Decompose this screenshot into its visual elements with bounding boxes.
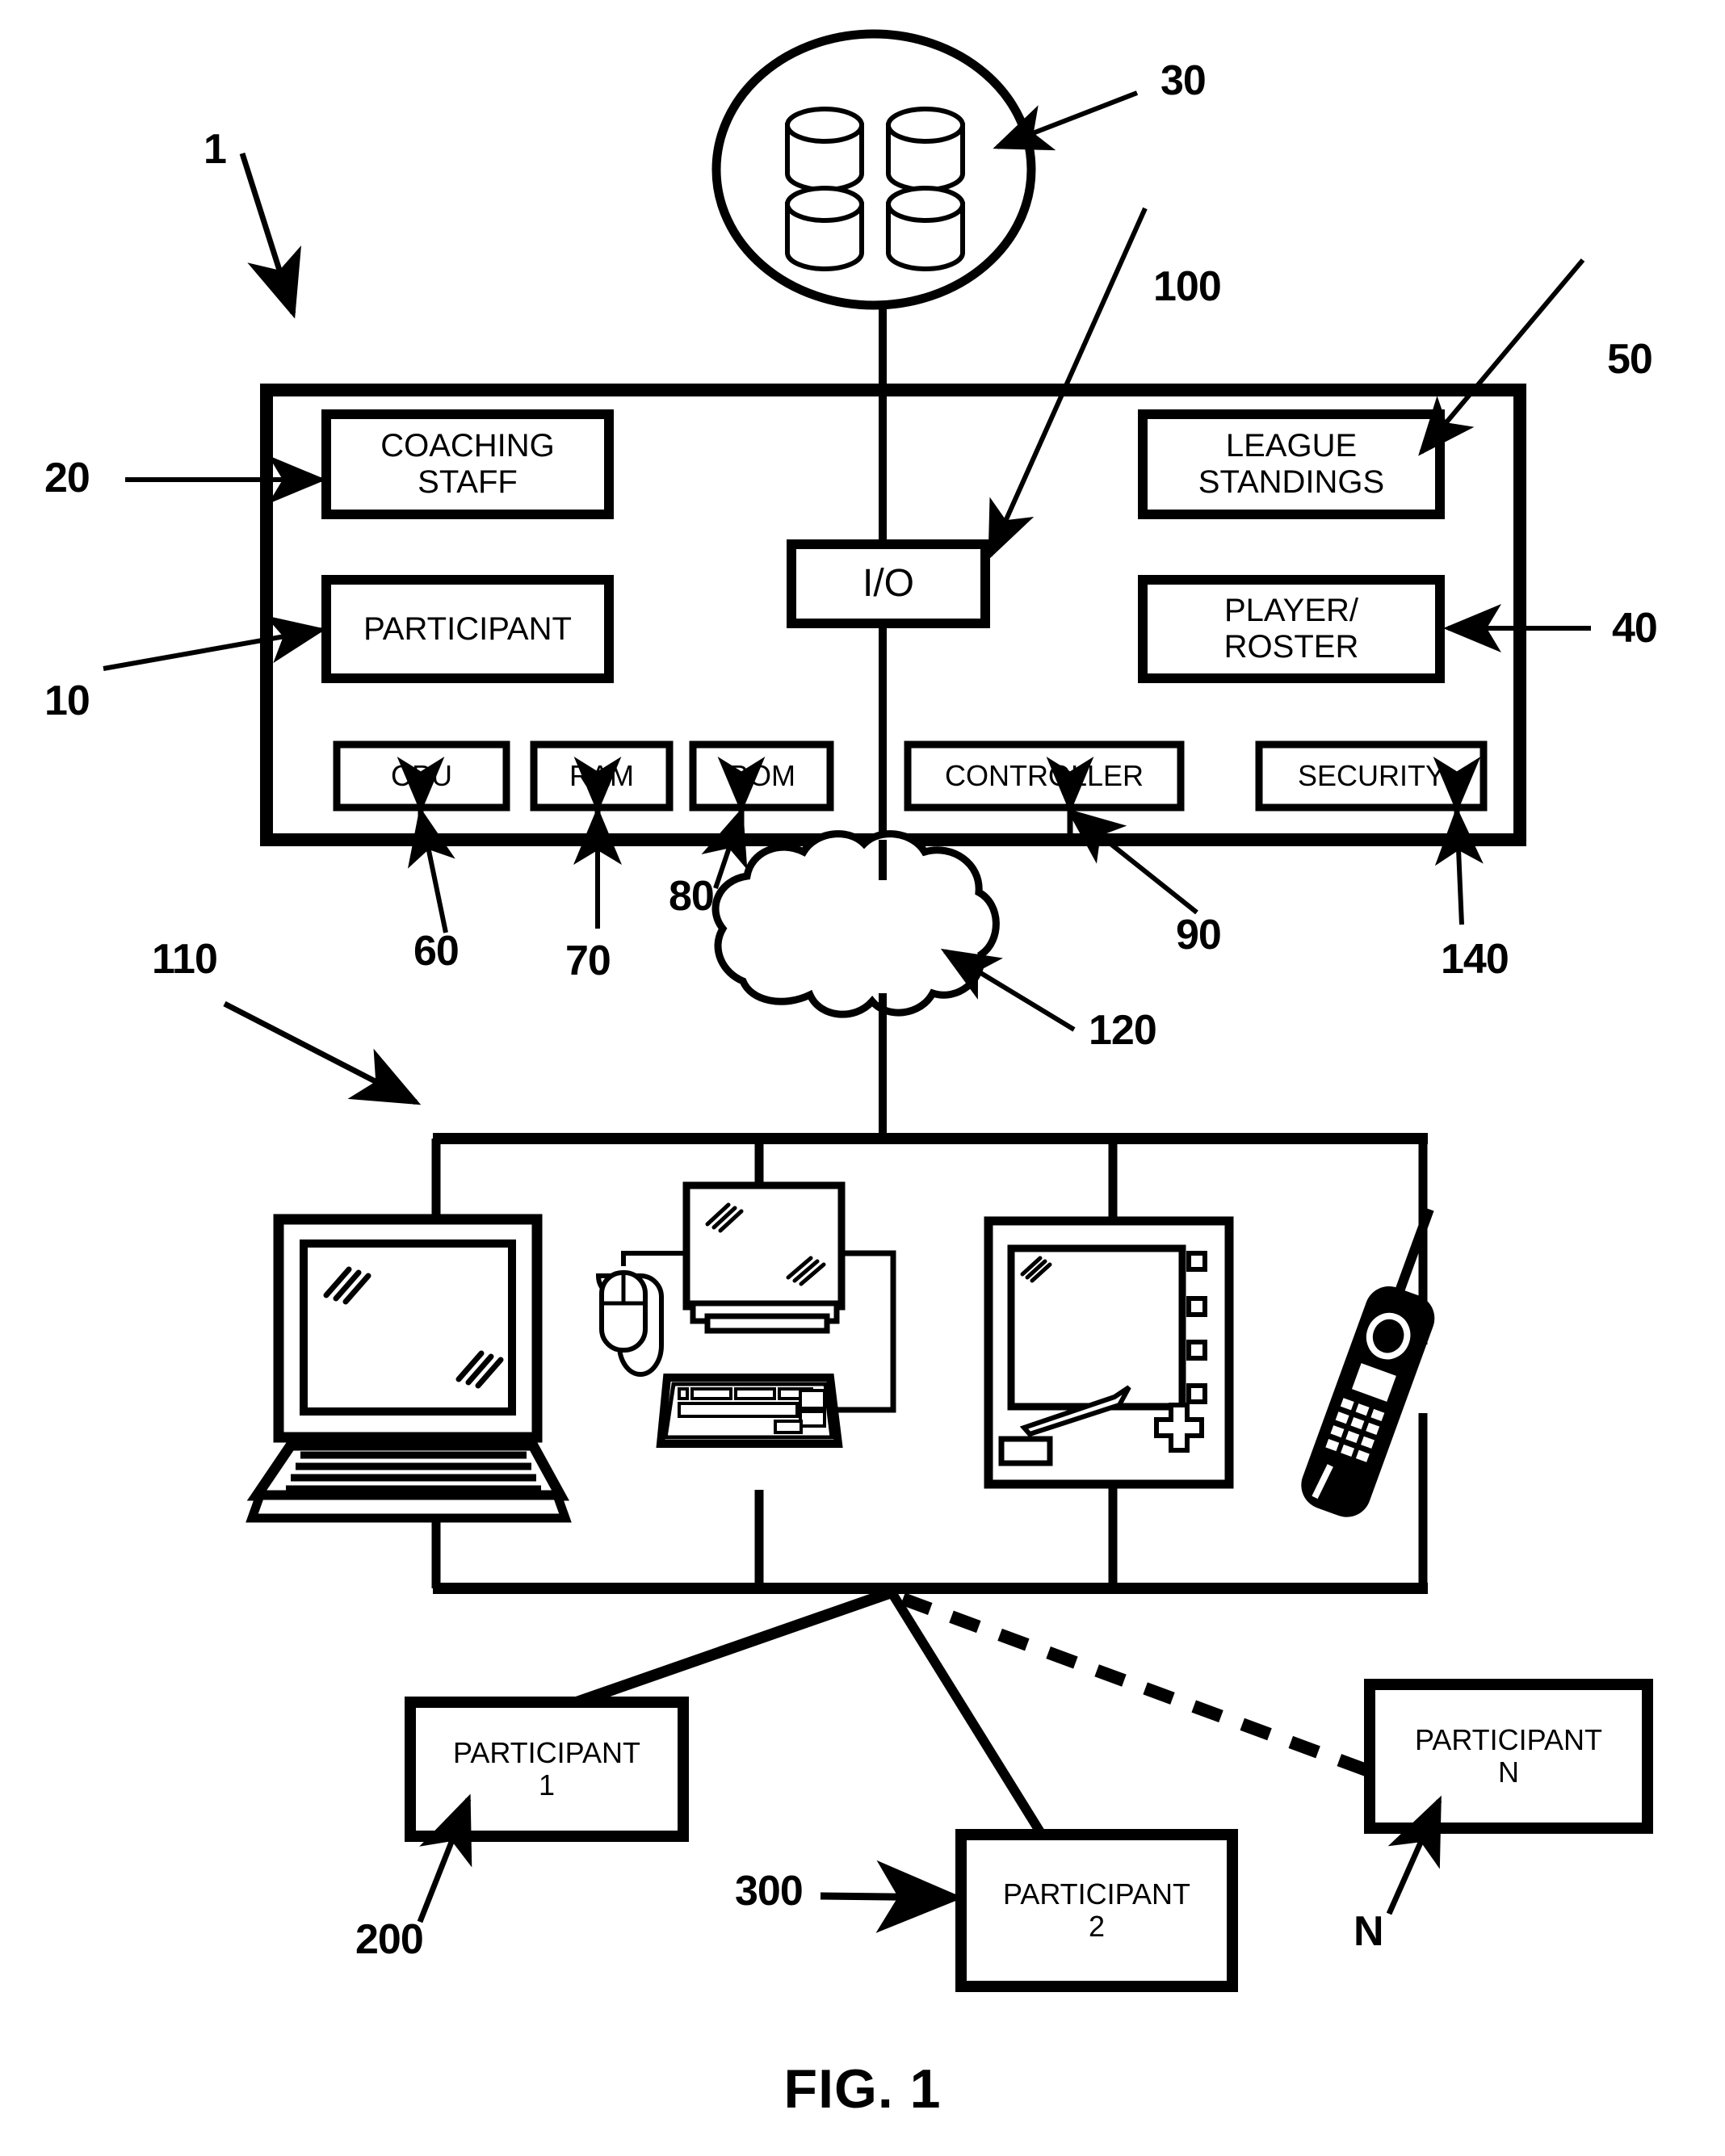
- ref-number-90: 90: [1176, 912, 1222, 958]
- ref-number-140: 140: [1441, 936, 1509, 983]
- figure-caption: FIG. 1: [783, 2058, 942, 2120]
- device-network-bus: [431, 1133, 1428, 1594]
- laptop-icon: [246, 1214, 572, 1523]
- leader-60: [407, 807, 455, 933]
- pda-tablet-icon: [984, 1216, 1234, 1489]
- participant-2-label: PARTICIPANT 2: [1002, 1877, 1191, 1943]
- ref-number-80: 80: [669, 873, 715, 920]
- leader-100: [988, 207, 1148, 560]
- cloud-icon: [711, 830, 1000, 1018]
- ref-number-200: 200: [355, 1916, 424, 1963]
- patent-figure-1: [103, 29, 1653, 1992]
- hub-to-participant-1: [574, 1587, 894, 1708]
- controller-label: CONTROLLER: [944, 758, 1144, 792]
- security-label: SECURITY: [1297, 758, 1446, 792]
- ref-number-40: 40: [1612, 605, 1658, 652]
- ref-number-20: 20: [44, 455, 90, 501]
- leader-110: [223, 1000, 422, 1105]
- hub-to-participant-n: [900, 1592, 1375, 1779]
- io-label: I/O: [862, 562, 914, 606]
- ram-label: RAM: [569, 758, 634, 792]
- ref-number-10: 10: [44, 677, 90, 724]
- ref-number-100: 100: [1153, 263, 1222, 310]
- coaching-staff-label: COACHING STAFF: [380, 428, 555, 500]
- desktop-computer-icon: [595, 1181, 896, 1448]
- ref-number-50: 50: [1607, 336, 1653, 383]
- ref-number-n: N: [1354, 1908, 1384, 1955]
- leader-1: [239, 152, 302, 319]
- leader-90: [1066, 808, 1198, 915]
- leader-10: [103, 615, 326, 671]
- participant-label: PARTICIPANT: [363, 610, 572, 647]
- player-roster-label: PLAYER/ ROSTER: [1223, 593, 1359, 665]
- ref-number-1: 1: [204, 126, 227, 173]
- rom-label: ROM: [728, 758, 795, 792]
- participant-1-label: PARTICIPANT 1: [452, 1735, 641, 1802]
- ref-number-60: 60: [413, 928, 460, 975]
- ref-number-110: 110: [152, 936, 218, 983]
- league-standings-label: LEAGUE STANDINGS: [1198, 428, 1385, 500]
- cpu-label: CPU: [390, 758, 452, 792]
- ref-number-120: 120: [1089, 1007, 1157, 1054]
- mobile-phone-icon: [1301, 1207, 1435, 1517]
- ref-number-300: 300: [735, 1868, 804, 1915]
- ref-number-70: 70: [565, 937, 611, 984]
- participant-n-label: PARTICIPANT N: [1414, 1722, 1603, 1789]
- leader-300: [820, 1860, 963, 1933]
- leader-50: [1418, 258, 1585, 456]
- database-cluster-icon: [711, 29, 1036, 310]
- ref-number-30: 30: [1160, 57, 1207, 104]
